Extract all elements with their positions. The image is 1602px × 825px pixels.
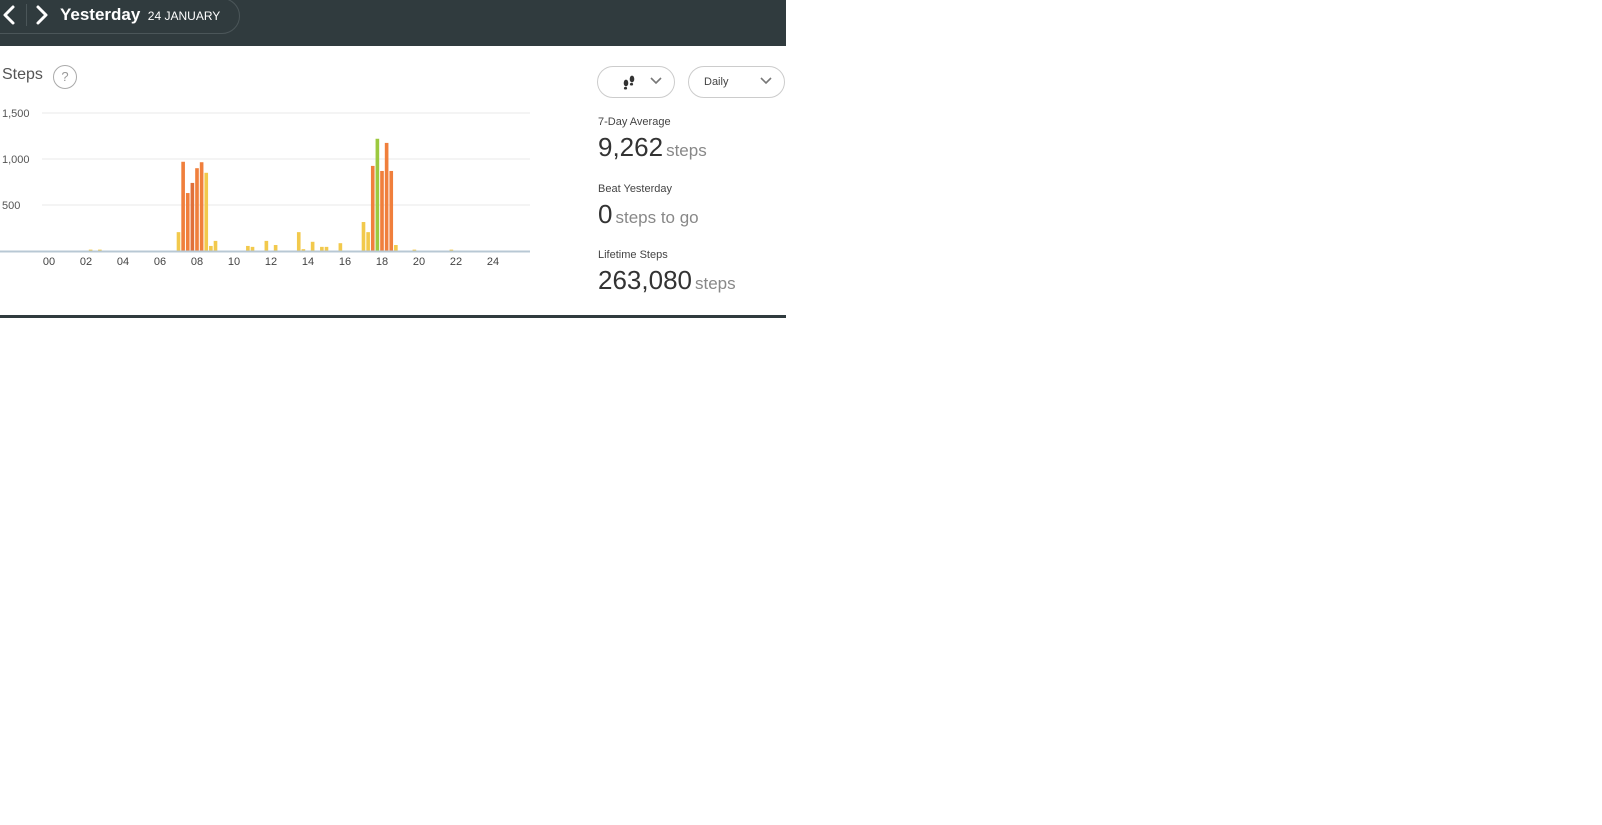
x-tick-label: 22 [450, 256, 462, 268]
bar [204, 172, 209, 251]
footsteps-icon [623, 75, 635, 90]
x-tick-label: 08 [191, 256, 203, 268]
chevron-down-icon [760, 77, 772, 85]
bar [389, 170, 394, 251]
bar [250, 246, 255, 251]
bar [370, 165, 375, 251]
bar [176, 232, 181, 251]
bar [195, 168, 199, 251]
x-tick-label: 02 [80, 256, 92, 268]
bar [394, 245, 398, 251]
stat-label: 7-Day Average [598, 116, 671, 128]
bar [181, 161, 185, 251]
bar [199, 162, 204, 251]
date-header: Yesterday 24 JANUARY [0, 0, 786, 46]
bar [213, 240, 218, 251]
period-dropdown[interactable]: Daily [688, 66, 785, 98]
panel-bottom-rule [0, 315, 786, 318]
bar [264, 240, 269, 251]
stat-label: Lifetime Steps [598, 249, 668, 261]
stat-lifetime-steps: Lifetime Steps 263,080 steps [598, 249, 736, 296]
date-title: Yesterday 24 JANUARY [60, 5, 220, 25]
x-tick-label: 18 [376, 256, 388, 268]
stat-unit: steps [666, 141, 707, 160]
next-day-button[interactable] [33, 4, 53, 26]
bar [375, 138, 380, 251]
nav-divider [26, 4, 27, 26]
stat-label: Beat Yesterday [598, 183, 673, 195]
bar [380, 170, 384, 251]
bar [338, 243, 343, 251]
x-tick-label: 00 [43, 256, 55, 268]
period-selected: Daily [704, 76, 729, 88]
bar [324, 246, 329, 251]
activity-dropdown[interactable] [597, 66, 675, 98]
x-tick-label: 06 [154, 256, 166, 268]
bar [296, 232, 301, 251]
stat-unit: steps [694, 274, 736, 293]
bar [384, 142, 389, 251]
stat-unit: steps to go [615, 208, 699, 227]
x-tick-label: 12 [265, 256, 277, 268]
chevron-down-icon [650, 77, 662, 85]
stat-value: 0 [598, 199, 613, 229]
stat-seven-day-average: 7-Day Average 9,262 steps [598, 116, 707, 163]
previous-day-button[interactable] [0, 4, 20, 26]
x-tick-label: 16 [339, 256, 351, 268]
y-tick-label: 1,000 [2, 154, 30, 166]
y-tick-label: 500 [2, 200, 20, 212]
steps-chart: 500 1,000 1,500 00 02 04 06 08 10 12 14 16 18 20 22 24 [0, 108, 530, 268]
bar [310, 241, 315, 251]
stat-value: 9,262 [598, 132, 664, 162]
chevron-left-icon [3, 5, 15, 25]
bar [185, 193, 190, 251]
bar [209, 245, 213, 251]
bar [273, 245, 278, 251]
stat-beat-yesterday: Beat Yesterday 0 steps to go [598, 183, 699, 230]
stat-value: 263,080 [598, 265, 692, 295]
day-label: Yesterday [60, 5, 141, 24]
bar [361, 222, 366, 251]
bar [246, 245, 250, 251]
x-tick-label: 04 [117, 256, 129, 268]
bar [366, 232, 370, 251]
x-tick-label: 20 [413, 256, 425, 268]
x-tick-label: 10 [228, 256, 240, 268]
chevron-right-icon [36, 5, 48, 25]
bar [190, 182, 195, 251]
date-label: 24 JANUARY [147, 9, 221, 23]
bar [320, 246, 324, 251]
x-tick-label: 14 [302, 256, 314, 268]
y-tick-label: 1,500 [2, 108, 30, 120]
x-tick-label: 24 [487, 256, 499, 268]
